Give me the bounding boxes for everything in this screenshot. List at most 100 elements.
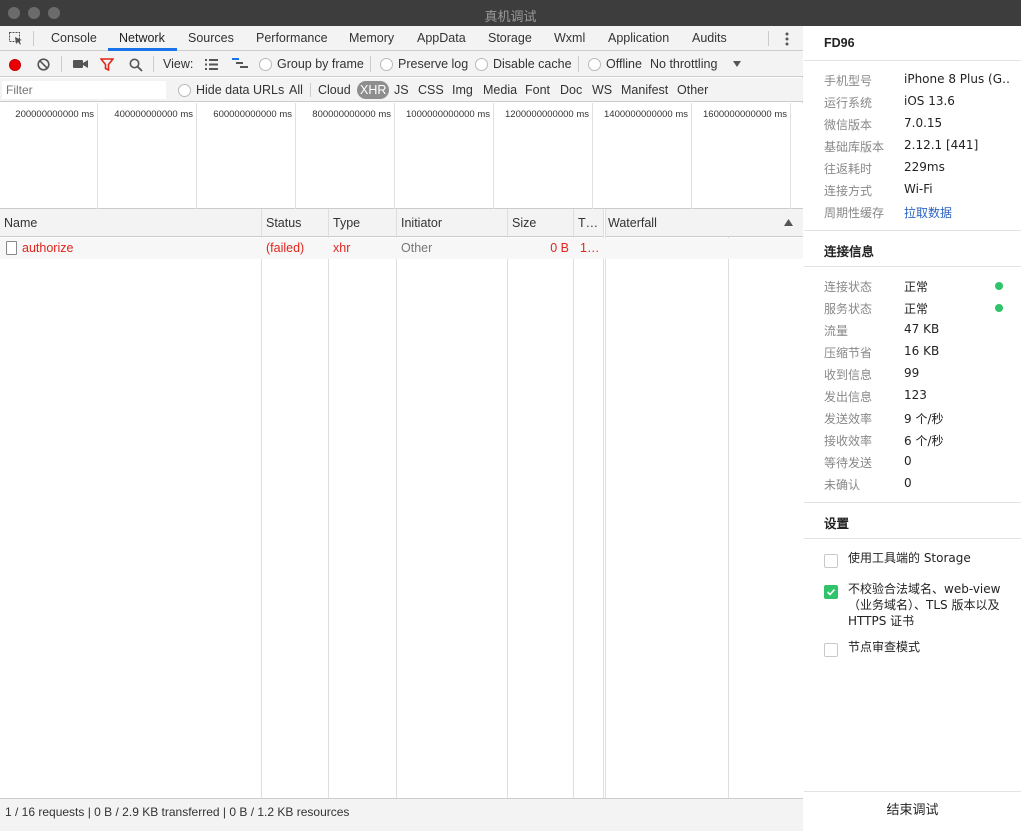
connection-ok-indicator: [995, 282, 1003, 290]
tab-wxml[interactable]: Wxml: [554, 26, 585, 51]
offline-checkbox[interactable]: [588, 58, 601, 71]
device-info-key: 往返耗时: [824, 162, 873, 176]
hide-data-urls-label: Hide data URLs: [196, 83, 285, 97]
waterfall-overview-icon[interactable]: [232, 58, 248, 70]
node-inspect-mode-checkbox[interactable]: [824, 643, 838, 657]
tab-appdata[interactable]: AppData: [417, 26, 466, 51]
view-label: View:: [163, 57, 194, 71]
tab-sources[interactable]: Sources: [188, 26, 234, 51]
column-divider: [507, 209, 508, 824]
device-info-value: iPhone 8 Plus (G…: [904, 72, 1009, 86]
panel-divider: [804, 538, 1021, 539]
connection-info-value: 99: [904, 366, 920, 380]
device-info-panel: FD96 手机型号 iPhone 8 Plus (G… 运行系统 iOS 13.…: [804, 26, 1021, 831]
filter-divider: [310, 83, 311, 97]
large-rows-icon[interactable]: [205, 59, 218, 70]
filter-type-other[interactable]: Other: [675, 81, 710, 99]
connection-section-title: 连接信息: [824, 245, 875, 259]
disable-cache-checkbox[interactable]: [475, 58, 488, 71]
column-header-time[interactable]: T…: [574, 209, 604, 237]
connection-info-value: 9 个/秒: [904, 412, 944, 426]
column-header-waterfall[interactable]: Waterfall: [605, 209, 803, 237]
tabbar-divider: [768, 31, 769, 46]
column-header-name[interactable]: Name: [0, 209, 261, 237]
request-initiator: Other: [401, 241, 433, 255]
chevron-down-icon[interactable]: [733, 61, 741, 67]
column-header-type[interactable]: Type: [329, 209, 396, 237]
column-header-initiator[interactable]: Initiator: [397, 209, 507, 237]
screenshot-camera-icon[interactable]: [73, 59, 88, 69]
sort-ascending-icon[interactable]: [784, 219, 793, 226]
column-header-size[interactable]: Size: [508, 209, 573, 237]
search-icon[interactable]: [129, 58, 143, 72]
connection-info-key: 服务状态: [824, 302, 873, 316]
device-info-key: 连接方式: [824, 184, 873, 198]
request-type: xhr: [333, 241, 351, 255]
device-info-value: 229ms: [904, 160, 945, 174]
use-tool-storage-label: 使用工具端的 Storage: [848, 551, 971, 565]
filter-type-doc[interactable]: Doc: [558, 81, 584, 99]
device-info-value: 7.0.15: [904, 116, 943, 130]
filter-type-font[interactable]: Font: [523, 81, 552, 99]
tab-storage[interactable]: Storage: [488, 26, 532, 51]
devtools-pane: Console Network Sources Performance Memo…: [0, 26, 803, 831]
filter-icon[interactable]: [100, 58, 114, 71]
record-button[interactable]: [9, 59, 21, 71]
filter-type-js[interactable]: JS: [392, 81, 411, 99]
device-info-key: 周期性缓存: [824, 206, 885, 220]
network-toolbar: View: Group by frame Preserve log Disabl…: [0, 51, 803, 77]
tab-performance[interactable]: Performance: [256, 26, 328, 51]
filter-type-cloud[interactable]: Cloud: [316, 81, 353, 99]
more-options-icon[interactable]: [783, 31, 791, 47]
pull-data-link[interactable]: 拉取数据: [904, 204, 1009, 221]
preserve-log-checkbox[interactable]: [380, 58, 393, 71]
tabbar-divider: [33, 31, 34, 46]
request-name[interactable]: authorize: [22, 238, 257, 259]
column-header-status[interactable]: Status: [262, 209, 328, 237]
device-info-value: Wi-Fi: [904, 182, 933, 196]
clear-icon[interactable]: [37, 58, 50, 71]
filter-type-img[interactable]: Img: [450, 81, 475, 99]
request-size: 0 B: [550, 241, 569, 255]
timeline-division: 400000000000 ms: [98, 103, 197, 209]
settings-section-title: 设置: [824, 517, 850, 531]
timeline-tick-label: 800000000000 ms: [312, 109, 391, 120]
device-info-key: 手机型号: [824, 74, 873, 88]
tab-console[interactable]: Console: [51, 26, 97, 51]
tab-application[interactable]: Application: [608, 26, 669, 51]
offline-label: Offline: [606, 57, 642, 71]
filter-type-ws[interactable]: WS: [590, 81, 614, 99]
timeline-division: 1000000000000 ms: [395, 103, 494, 209]
timeline-tick-label: 1600000000000 ms: [703, 109, 787, 120]
filter-type-css[interactable]: CSS: [416, 81, 446, 99]
timeline-division: 200000000000 ms: [0, 103, 98, 209]
filter-type-xhr[interactable]: XHR: [357, 81, 390, 99]
use-tool-storage-checkbox[interactable]: [824, 554, 838, 568]
filter-input[interactable]: [2, 81, 166, 99]
filter-type-media[interactable]: Media: [481, 81, 519, 99]
network-overview-timeline[interactable]: 200000000000 ms 400000000000 ms 60000000…: [0, 103, 803, 209]
toolbar-divider: [578, 56, 579, 72]
request-status: (failed): [266, 241, 305, 255]
connection-info-value: 正常: [904, 280, 929, 294]
service-ok-indicator: [995, 304, 1003, 312]
connection-info-value: 123: [904, 388, 927, 402]
skip-domain-check-checkbox[interactable]: [824, 585, 838, 599]
toolbar-divider: [153, 56, 154, 72]
hide-data-urls-checkbox[interactable]: [178, 84, 191, 97]
connection-info-key: 收到信息: [824, 368, 873, 382]
table-row[interactable]: authorize (failed) xhr Other 0 B 1…: [0, 238, 803, 259]
throttling-select[interactable]: No throttling: [650, 57, 717, 71]
end-debug-button[interactable]: 结束调试: [804, 791, 1021, 831]
filter-type-all[interactable]: All: [287, 81, 305, 99]
panel-divider: [804, 60, 1021, 61]
checkmark-icon: [826, 588, 836, 596]
column-divider: [396, 209, 397, 824]
device-info-key: 运行系统: [824, 96, 873, 110]
tab-audits[interactable]: Audits: [692, 26, 727, 51]
timeline-tick-label: 1400000000000 ms: [604, 109, 688, 120]
filter-type-manifest[interactable]: Manifest: [619, 81, 670, 99]
group-by-frame-checkbox[interactable]: [259, 58, 272, 71]
tab-memory[interactable]: Memory: [349, 26, 394, 51]
inspect-element-icon[interactable]: [9, 32, 23, 45]
